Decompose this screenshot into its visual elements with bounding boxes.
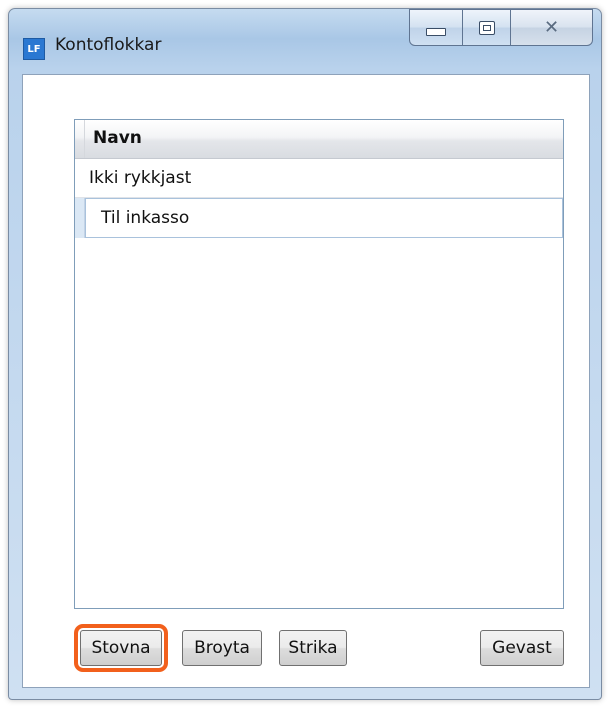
maximize-button[interactable] [463, 9, 511, 46]
minimize-icon [426, 27, 446, 36]
delete-button[interactable]: Strika [279, 630, 347, 666]
title-bar[interactable]: LF Kontoflokkar ✕ [9, 9, 601, 67]
close-icon: ✕ [543, 16, 560, 38]
client-area: Navn Ikki rykkjast Til inkasso Stovna Br… [22, 74, 590, 688]
row-selector[interactable] [75, 198, 85, 238]
edit-button[interactable]: Broyta [182, 630, 262, 666]
grid-header: Navn [75, 120, 563, 159]
table-row-selected[interactable]: Til inkasso [75, 198, 563, 238]
data-grid[interactable]: Navn Ikki rykkjast Til inkasso [74, 119, 564, 609]
table-cell[interactable]: Ikki rykkjast [89, 168, 191, 188]
close-button[interactable]: ✕ [511, 9, 593, 46]
row-header-corner [75, 120, 85, 158]
maximize-icon [478, 20, 495, 35]
window-title: Kontoflokkar [55, 35, 162, 55]
caption-buttons: ✕ [409, 9, 593, 47]
table-row[interactable]: Ikki rykkjast [75, 159, 563, 198]
column-header-navn[interactable]: Navn [93, 128, 142, 148]
minimize-button[interactable] [409, 9, 463, 46]
dialog-window: LF Kontoflokkar ✕ Navn Ikki rykkjast Til… [8, 8, 602, 700]
new-button[interactable]: Stovna [74, 624, 168, 672]
cancel-button[interactable]: Gevast [480, 630, 564, 666]
app-icon: LF [23, 38, 45, 60]
table-cell[interactable]: Til inkasso [101, 208, 189, 228]
